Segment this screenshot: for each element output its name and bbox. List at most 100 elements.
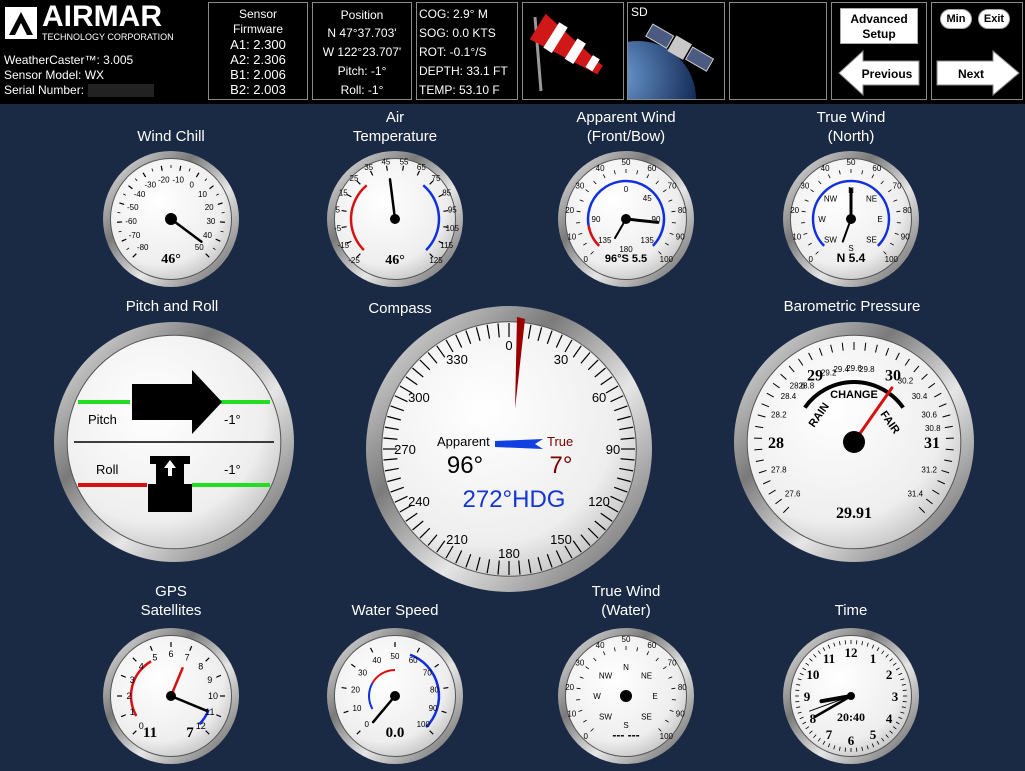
speed-tick-label: 90 bbox=[901, 232, 910, 241]
time-label: Time bbox=[834, 602, 868, 619]
compass-tick-label: 0 bbox=[505, 338, 512, 353]
tick-label: 10 bbox=[353, 704, 362, 713]
baro-minor-label: 30.4 bbox=[912, 392, 928, 401]
gauge-value: --- --- bbox=[612, 728, 639, 742]
pitch-roll-gauge: Pitch -1° Roll -1° bbox=[54, 322, 294, 562]
true-wind-north-label-1: True Wind bbox=[816, 109, 886, 126]
gauge-value: 0.0 bbox=[386, 725, 405, 741]
gauge-value: N 5.4 bbox=[837, 251, 866, 265]
speed-tick-label: 100 bbox=[660, 255, 674, 264]
advanced-setup-line2: Setup bbox=[862, 27, 896, 41]
previous-button[interactable]: Previous bbox=[837, 49, 923, 97]
speed-tick-label: 20 bbox=[565, 683, 574, 692]
hour-number: 3 bbox=[892, 689, 899, 704]
hour-number: 11 bbox=[823, 651, 835, 666]
tick-label: -30 bbox=[145, 181, 157, 190]
hour-number: 5 bbox=[870, 727, 877, 742]
firmware-panel: Sensor Firmware A1: 2.300 A2: 2.306 B1: … bbox=[208, 2, 308, 100]
digital-time: 20:40 bbox=[837, 710, 865, 724]
compass-tick-label: 240 bbox=[408, 494, 430, 509]
tick-label: 95 bbox=[448, 206, 457, 215]
gauge-value: 46° bbox=[161, 252, 181, 267]
tick-mark bbox=[341, 226, 347, 229]
compass-tick-label: 180 bbox=[498, 546, 520, 561]
firmware-b1: B1: 2.006 bbox=[230, 67, 286, 82]
speed-tick-label: 10 bbox=[792, 232, 801, 241]
pitch-value: -1° bbox=[224, 412, 241, 427]
speed-tick-label: 50 bbox=[847, 158, 856, 167]
tick-mark bbox=[443, 686, 449, 689]
heading-value: 272°HDG bbox=[463, 486, 566, 513]
tick-label: 85 bbox=[442, 188, 451, 197]
tick-mark bbox=[160, 165, 163, 169]
baro-minor-label: 28.2 bbox=[771, 411, 787, 420]
tick-label: 10 bbox=[208, 691, 218, 701]
firmware-a1: A1: 2.300 bbox=[230, 37, 286, 52]
needle-hub bbox=[390, 214, 400, 224]
baro-minor-label: 31.4 bbox=[907, 489, 923, 498]
compass-tick-label: 60 bbox=[592, 390, 606, 405]
tick-label: 90 bbox=[429, 704, 438, 713]
needle-hub bbox=[846, 214, 856, 224]
tick-label: 20 bbox=[205, 203, 214, 212]
tick-label: 60 bbox=[409, 656, 418, 665]
speed-tick-label: 0 bbox=[583, 732, 588, 741]
direction-label: E bbox=[877, 215, 882, 224]
tick-label: -25 bbox=[348, 256, 360, 265]
tick-label: 125 bbox=[429, 256, 443, 265]
firmware-b2: B2: 2.003 bbox=[230, 82, 286, 97]
baro-major-label: 31 bbox=[924, 435, 940, 452]
advanced-setup-button[interactable]: Advanced Setup bbox=[840, 8, 918, 44]
apparent-wind-label: Apparent Wind (Front/Bow) bbox=[541, 108, 711, 146]
tick-label: 40 bbox=[372, 656, 381, 665]
gauge-value: 29.91 bbox=[836, 505, 872, 522]
sd-panel[interactable]: SD bbox=[627, 2, 725, 100]
advanced-setup-line1: Advanced bbox=[850, 12, 908, 26]
window-nav-panel: Min Exit Next bbox=[931, 2, 1023, 100]
true-wind-water-label-2: (Water) bbox=[601, 602, 651, 619]
speed-tick-label: 20 bbox=[790, 206, 799, 215]
temp-readout: TEMP: 53.10 F bbox=[419, 83, 500, 97]
empty-panel bbox=[729, 2, 827, 100]
gps-label-2: Satellites bbox=[140, 602, 202, 619]
baro-minor-label: 29.8 bbox=[859, 365, 875, 374]
tick-label: 100 bbox=[417, 720, 431, 729]
exit-button[interactable]: Exit bbox=[978, 9, 1010, 29]
speed-tick-label: 50 bbox=[622, 158, 631, 167]
direction-label: SW bbox=[599, 713, 612, 722]
tick-label: 1 bbox=[130, 707, 135, 717]
min-button[interactable]: Min bbox=[940, 9, 972, 29]
airmar-logo-text: AIRMAR bbox=[42, 0, 162, 33]
true-wind-north-gauge: 0102030405060708090100NNEESESSWWNWN 5.4 bbox=[783, 151, 919, 287]
direction-label: E bbox=[652, 692, 657, 701]
direction-label: NE bbox=[641, 671, 652, 680]
next-button[interactable]: Next bbox=[935, 49, 1021, 97]
baro-minor-label: 30.6 bbox=[921, 411, 937, 420]
gauge-value: 96°S 5.5 bbox=[605, 253, 647, 265]
needle-hub bbox=[390, 691, 400, 701]
speed-tick-label: 10 bbox=[567, 232, 576, 241]
speed-tick-label: 60 bbox=[872, 164, 881, 173]
info-panel: AIRMAR TECHNOLOGY CORPORATION WeatherCas… bbox=[2, 0, 202, 100]
gps-label: GPS Satellites bbox=[86, 582, 256, 620]
tick-label: 8 bbox=[198, 661, 203, 671]
gauge-value: 11 bbox=[143, 725, 157, 741]
direction-label: NW bbox=[824, 194, 838, 203]
tick-label: -10 bbox=[172, 175, 184, 184]
windsock-panel[interactable] bbox=[522, 2, 624, 100]
tick-label: -70 bbox=[129, 231, 141, 240]
speed-tick-label: 30 bbox=[800, 181, 809, 190]
tick-label: 50 bbox=[195, 243, 204, 252]
tick-label: 5 bbox=[335, 206, 340, 215]
position-lat: N 47°37.703' bbox=[327, 26, 397, 40]
speed-tick-label: 60 bbox=[647, 164, 656, 173]
tick-label: 9 bbox=[207, 675, 212, 685]
water-speed-gauge: 010 20 30 40 50 60 70 80 90 100 0.0 bbox=[327, 628, 463, 764]
direction-label: W bbox=[593, 692, 601, 701]
hour-number: 1 bbox=[870, 651, 877, 666]
tick-label: 20 bbox=[351, 686, 360, 695]
roll-value: -1° bbox=[224, 462, 241, 477]
direction-label: N bbox=[623, 663, 629, 672]
baro-major-label: 28 bbox=[768, 435, 784, 452]
baro-minor-label: 28.4 bbox=[781, 392, 797, 401]
